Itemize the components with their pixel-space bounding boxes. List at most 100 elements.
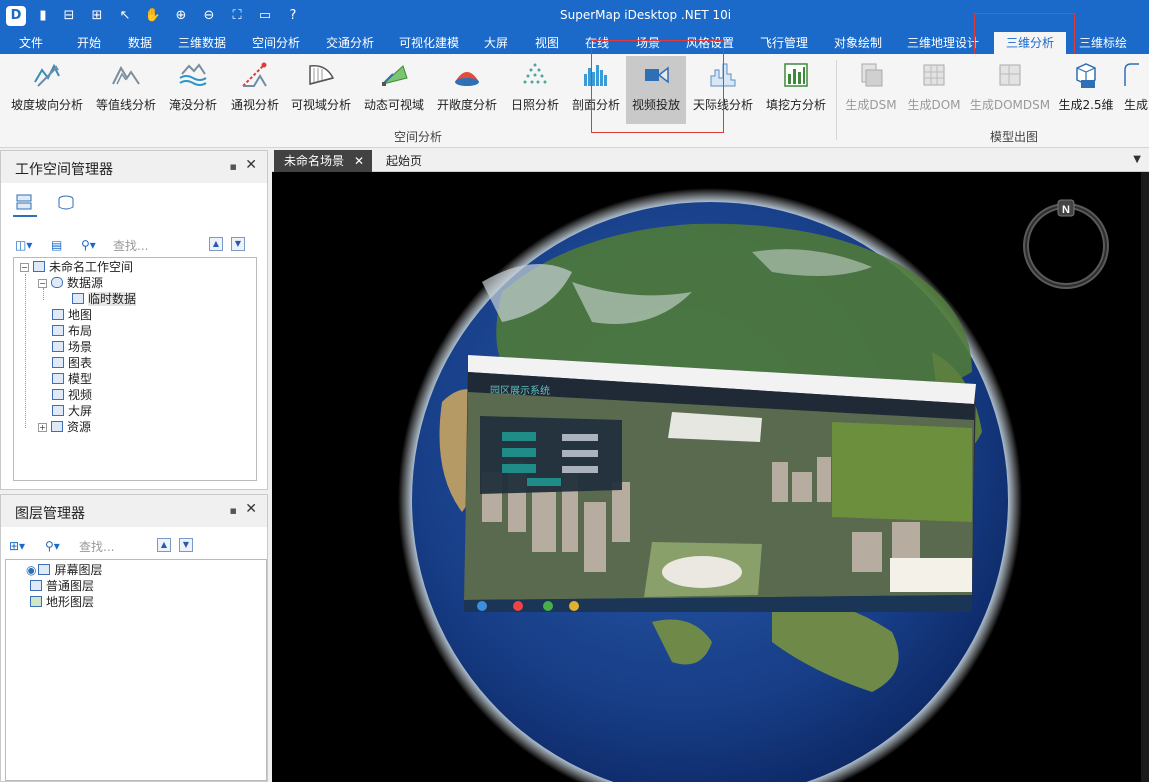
tree-item-videos[interactable]: 视频 xyxy=(52,387,92,403)
save-icon[interactable]: ▮ xyxy=(34,7,52,25)
doc-tab-start-page[interactable]: 起始页 xyxy=(376,150,446,172)
tree-root-workspace[interactable]: − 未命名工作空间 xyxy=(20,259,133,275)
generate-dom-button[interactable]: 生成DOM xyxy=(904,56,964,122)
pan-icon[interactable]: ✋ xyxy=(144,7,162,25)
tree-guide-line xyxy=(25,274,26,428)
tab-3d-plotting[interactable]: 三维标绘 xyxy=(1070,32,1136,54)
flood-icon xyxy=(179,63,207,86)
video-start-icon xyxy=(477,601,487,611)
new-icon[interactable]: ⊟ xyxy=(60,7,78,25)
temp-data-label: 临时数据 xyxy=(88,292,137,306)
close-icon[interactable]: ✕ xyxy=(245,157,257,173)
generate-more-button[interactable]: 生成 xyxy=(1120,56,1149,122)
sunshine-button[interactable]: 日照分析 xyxy=(506,56,564,122)
tree-item-big-screen[interactable]: 大屏 xyxy=(52,403,92,419)
globe-canvas[interactable]: N 园区展示系统 xyxy=(272,172,1149,782)
tree-item-models[interactable]: 模型 xyxy=(52,371,92,387)
screen-layer-icon xyxy=(38,564,51,575)
generate-25d-button[interactable]: 生成2.5维 xyxy=(1056,56,1116,122)
tree-item-temp-data[interactable]: 临时数据 xyxy=(72,291,137,307)
layer-item-screen[interactable]: ◉ 屏幕图层 xyxy=(26,562,103,578)
tab-object-drawing[interactable]: 对象绘制 xyxy=(826,32,890,54)
generate-dsm-button[interactable]: 生成DSM xyxy=(842,56,900,122)
import-data-icon[interactable]: ▤ xyxy=(51,236,62,254)
generate-more-label: 生成 xyxy=(1124,98,1149,112)
document-tabs: 未命名场景 ✕ 起始页 ▼ xyxy=(272,150,1149,172)
tree-item-resources[interactable]: + 资源 xyxy=(38,419,91,435)
full-extent-icon[interactable]: ⛶ xyxy=(228,7,246,25)
viewshed-button[interactable]: 可视域分析 xyxy=(288,56,354,122)
ribbon: 坡度坡向分析 等值线分析 淹没分析 通视分析 可视域分析 动态可视域 开敞度分析… xyxy=(0,54,1149,148)
add-layer-icon[interactable]: ⊞▾ xyxy=(9,537,25,555)
workspace-icon xyxy=(33,261,45,272)
tab-file[interactable]: 文件 xyxy=(8,32,54,54)
tab-flight-management[interactable]: 飞行管理 xyxy=(752,32,816,54)
tab-big-screen[interactable]: 大屏 xyxy=(476,32,516,54)
generate-25d-label: 生成2.5维 xyxy=(1058,98,1114,112)
tab-data[interactable]: 数据 xyxy=(118,32,162,54)
layer-item-terrain[interactable]: 地形图层 xyxy=(30,594,94,610)
line-of-sight-button[interactable]: 通视分析 xyxy=(226,56,284,122)
video-minimap xyxy=(890,558,972,592)
collapse-icon[interactable]: − xyxy=(38,279,47,288)
import-icon[interactable]: ⊞ xyxy=(88,7,106,25)
tab-3d-data[interactable]: 三维数据 xyxy=(170,32,234,54)
spatial-group-label: 空间分析 xyxy=(394,130,443,144)
maps-label: 地图 xyxy=(68,308,93,322)
temp-data-icon xyxy=(72,293,84,304)
search-icon[interactable]: ⚲▾ xyxy=(45,537,60,555)
flood-button[interactable]: 淹没分析 xyxy=(164,56,222,122)
cut-fill-button[interactable]: 填挖方分析 xyxy=(762,56,830,122)
pin-icon[interactable]: ▪ xyxy=(230,160,237,173)
move-down-button[interactable]: ▼ xyxy=(231,237,245,251)
layer-search-input[interactable]: 查找... xyxy=(79,538,114,555)
3d-scene-view[interactable]: N 园区展示系统 xyxy=(272,172,1149,782)
close-icon[interactable]: ✕ xyxy=(245,501,257,517)
slope-aspect-button[interactable]: 坡度坡向分析 xyxy=(6,56,88,122)
pointer-icon[interactable]: ↖ xyxy=(116,7,134,25)
database-icon[interactable] xyxy=(55,193,75,213)
layer-panel-header: 图层管理器 ▪ ✕ xyxy=(1,495,267,527)
layer-panel-title: 图层管理器 xyxy=(15,506,85,522)
openness-button[interactable]: 开敞度分析 xyxy=(432,56,502,122)
help-icon[interactable]: ? xyxy=(284,7,302,25)
tab-traffic-analysis[interactable]: 交通分析 xyxy=(318,32,382,54)
doc-tab-scene[interactable]: 未命名场景 ✕ xyxy=(274,150,372,172)
open-folder-icon[interactable]: ▭ xyxy=(256,7,274,25)
dynamic-viewshed-label: 动态可视域 xyxy=(363,98,424,112)
tree-item-maps[interactable]: 地图 xyxy=(52,307,92,323)
open-datasource-icon[interactable]: ◫▾ xyxy=(15,236,32,254)
generate-domdsm-button[interactable]: 生成DOMDSM xyxy=(968,56,1052,122)
visible-eye-icon[interactable]: ◉ xyxy=(26,563,36,577)
layout-icon xyxy=(52,325,64,336)
workspace-tree-icon[interactable] xyxy=(15,193,35,213)
pin-icon[interactable]: ▪ xyxy=(230,504,237,517)
move-up-button[interactable]: ▲ xyxy=(209,237,223,251)
app-logo[interactable]: D xyxy=(6,6,26,26)
contour-button[interactable]: 等值线分析 xyxy=(92,56,160,122)
layer-toolbar: ⊞▾ ⚲▾ 查找... ▲ ▼ xyxy=(1,534,267,558)
tree-item-layouts[interactable]: 布局 xyxy=(52,323,92,339)
expand-icon[interactable]: + xyxy=(38,423,47,432)
move-up-button[interactable]: ▲ xyxy=(157,538,171,552)
search-icon[interactable]: ⚲▾ xyxy=(81,236,96,254)
dynamic-viewshed-button[interactable]: 动态可视域 xyxy=(360,56,428,122)
tab-list-dropdown-icon[interactable]: ▼ xyxy=(1133,154,1141,165)
scene-scrollbar[interactable] xyxy=(1141,172,1149,782)
collapse-icon[interactable]: − xyxy=(20,263,29,272)
move-down-button[interactable]: ▼ xyxy=(179,538,193,552)
zoom-in-icon[interactable]: ⊕ xyxy=(172,7,190,25)
tree-item-scenes[interactable]: 场景 xyxy=(52,339,92,355)
tree-item-datasource[interactable]: − 数据源 xyxy=(38,275,103,291)
zoom-out-icon[interactable]: ⊖ xyxy=(200,7,218,25)
tab-start[interactable]: 开始 xyxy=(66,32,112,54)
tree-item-charts[interactable]: 图表 xyxy=(52,355,92,371)
tab-visual-modeling[interactable]: 可视化建模 xyxy=(392,32,466,54)
tab-spatial-analysis[interactable]: 空间分析 xyxy=(244,32,308,54)
close-icon[interactable]: ✕ xyxy=(354,150,364,172)
models-label: 模型 xyxy=(68,372,93,386)
dynamic-viewshed-icon xyxy=(382,65,408,86)
workspace-search-input[interactable]: 查找... xyxy=(113,237,148,254)
tab-view[interactable]: 视图 xyxy=(526,32,568,54)
layer-item-normal[interactable]: 普通图层 xyxy=(30,578,94,594)
